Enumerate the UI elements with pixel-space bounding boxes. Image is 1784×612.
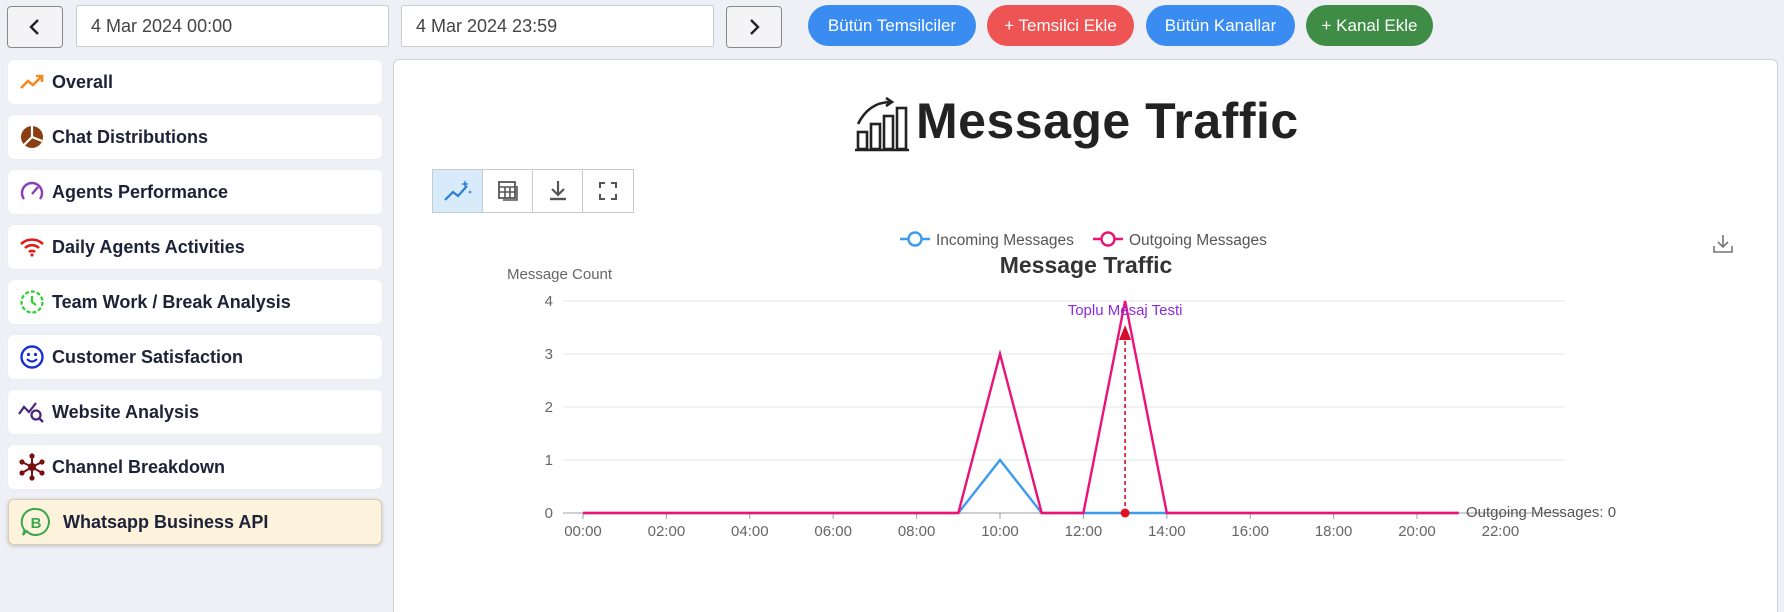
message-traffic-chart: Incoming Messages Outgoing Messages Messa…	[507, 231, 1616, 540]
x-tick-label: 08:00	[898, 523, 936, 540]
x-tick-label: 18:00	[1315, 523, 1353, 540]
y-tick-label: 2	[545, 399, 553, 416]
x-tick-label: 04:00	[731, 523, 769, 540]
chart-title: Message Traffic	[1000, 252, 1173, 278]
x-tick-label: 16:00	[1231, 523, 1269, 540]
y-tick-label: 3	[545, 346, 553, 363]
x-tick-label: 00:00	[564, 523, 602, 540]
y-tick-label: 4	[545, 293, 553, 310]
x-tick-label: 10:00	[981, 523, 1019, 540]
legend-swatch-marker	[907, 231, 923, 247]
x-tick-label: 22:00	[1482, 523, 1520, 540]
series-end-label: Outgoing Messages: 0	[1466, 504, 1616, 521]
legend-swatch-marker	[1100, 231, 1116, 247]
x-tick-label: 20:00	[1398, 523, 1436, 540]
x-tick-label: 12:00	[1065, 523, 1103, 540]
annotation-label: Toplu Mesaj Testi	[1068, 302, 1183, 319]
annotation-point	[1120, 508, 1130, 518]
legend-label: Incoming Messages	[936, 232, 1074, 249]
y-tick-label: 1	[545, 452, 553, 469]
y-axis-label: Message Count	[507, 266, 613, 283]
y-tick-label: 0	[545, 505, 553, 522]
series-line	[583, 458, 1459, 515]
x-tick-label: 06:00	[814, 523, 852, 540]
legend-label: Outgoing Messages	[1129, 232, 1267, 249]
x-tick-label: 14:00	[1148, 523, 1186, 540]
x-tick-label: 02:00	[648, 523, 686, 540]
